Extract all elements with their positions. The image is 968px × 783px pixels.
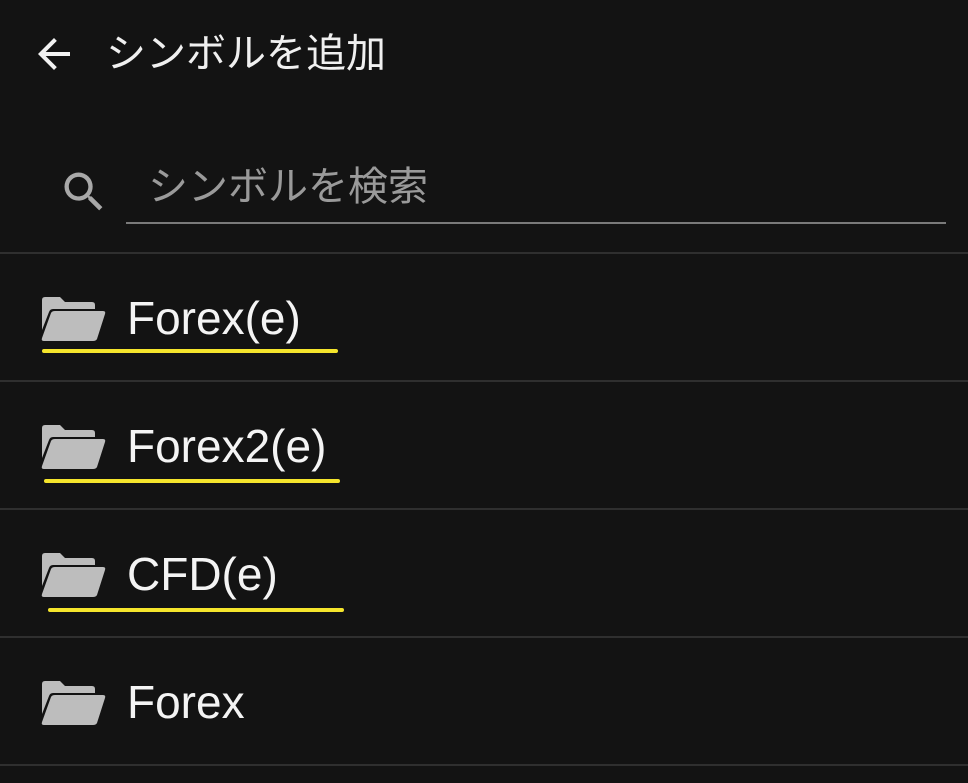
search-input[interactable] xyxy=(126,158,946,224)
folder-open-icon xyxy=(41,553,106,597)
list-item-label: CFD(e) xyxy=(127,548,278,600)
app-bar: シンボルを追加 xyxy=(0,0,968,112)
arrow-left-icon xyxy=(38,38,70,70)
search-bar xyxy=(0,140,968,252)
page-title: シンボルを追加 xyxy=(106,31,386,77)
folder-open-icon xyxy=(41,681,106,725)
search-icon xyxy=(56,164,112,220)
back-button[interactable] xyxy=(22,22,86,86)
highlight-underline xyxy=(48,608,344,612)
list-item-forex-e[interactable]: Forex(e) xyxy=(0,254,968,382)
list-item-label: Forex(e) xyxy=(127,292,301,344)
list-item-cfd-e[interactable]: CFD(e) xyxy=(0,510,968,638)
list-item-forex[interactable]: Forex xyxy=(0,638,968,766)
highlight-underline xyxy=(42,349,338,353)
folder-open-icon xyxy=(41,297,106,341)
list-item-label: Forex2(e) xyxy=(127,420,327,472)
list-item-forex2-e[interactable]: Forex2(e) xyxy=(0,382,968,510)
list-item-label: Forex xyxy=(127,676,245,728)
symbol-folder-list: Forex(e) Forex2(e) CFD(e) Forex xyxy=(0,254,968,766)
highlight-underline xyxy=(44,479,340,483)
folder-open-icon xyxy=(41,425,106,469)
